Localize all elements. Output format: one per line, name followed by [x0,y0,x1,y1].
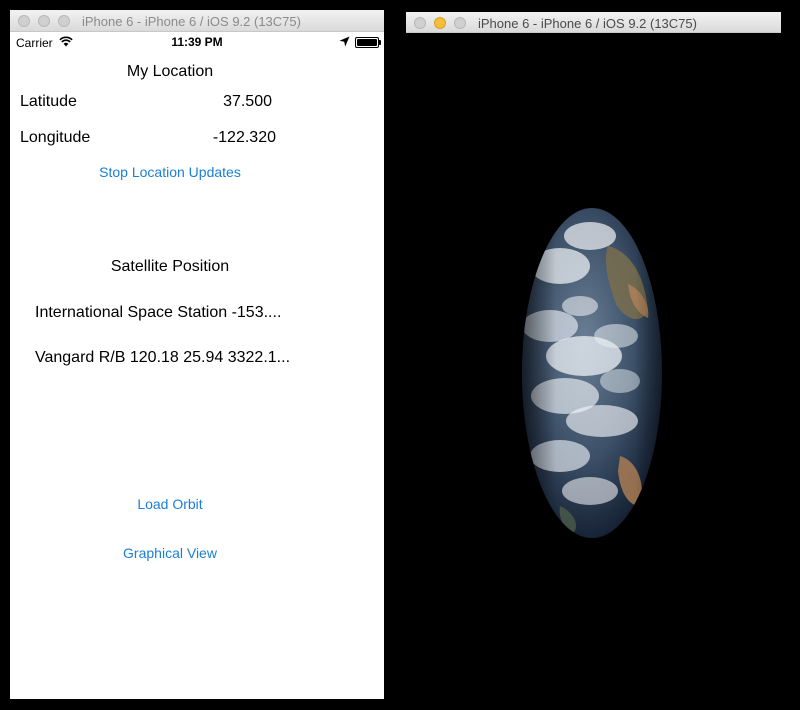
earth-globe-graphic [522,208,662,538]
simulator-window-left: iPhone 6 - iPhone 6 / iOS 9.2 (13C75) Ca… [10,10,384,699]
graphical-view-button[interactable]: Graphical View [10,545,330,561]
stop-location-updates-button[interactable]: Stop Location Updates [10,164,330,180]
location-arrow-icon [339,36,350,47]
satellite-list-item[interactable]: Vangard R/B 120.18 25.94 3322.1... [35,349,290,367]
longitude-value: -122.320 [212,129,276,146]
battery-fill [357,39,377,46]
longitude-label: Longitude [20,129,91,146]
satellite-list-item[interactable]: International Space Station -153.... [35,304,281,322]
status-time: 11:39 PM [171,35,223,49]
zoom-window-button[interactable] [58,15,70,27]
battery-icon [355,37,379,48]
ios-screen: Carrier 11:39 PM My Location Latitude 37… [10,32,384,699]
close-window-button[interactable] [18,15,30,27]
load-orbit-button[interactable]: Load Orbit [10,496,330,512]
window-title: iPhone 6 - iPhone 6 / iOS 9.2 (13C75) [478,16,697,31]
earth-globe[interactable] [520,206,664,540]
status-bar: Carrier 11:39 PM [10,32,384,52]
satellite-position-title: Satellite Position [110,258,230,275]
simulator-window-right: iPhone 6 - iPhone 6 / iOS 9.2 (13C75) [406,12,781,33]
close-window-button[interactable] [414,17,426,29]
zoom-window-button[interactable] [454,17,466,29]
window-titlebar[interactable]: iPhone 6 - iPhone 6 / iOS 9.2 (13C75) [10,10,384,32]
latitude-label: Latitude [20,93,77,110]
latitude-value: 37.500 [223,93,272,110]
window-title: iPhone 6 - iPhone 6 / iOS 9.2 (13C75) [82,14,301,29]
minimize-window-button[interactable] [434,17,446,29]
minimize-window-button[interactable] [38,15,50,27]
window-titlebar[interactable]: iPhone 6 - iPhone 6 / iOS 9.2 (13C75) [406,12,781,33]
battery-tip [379,40,381,45]
my-location-title: My Location [126,63,214,80]
